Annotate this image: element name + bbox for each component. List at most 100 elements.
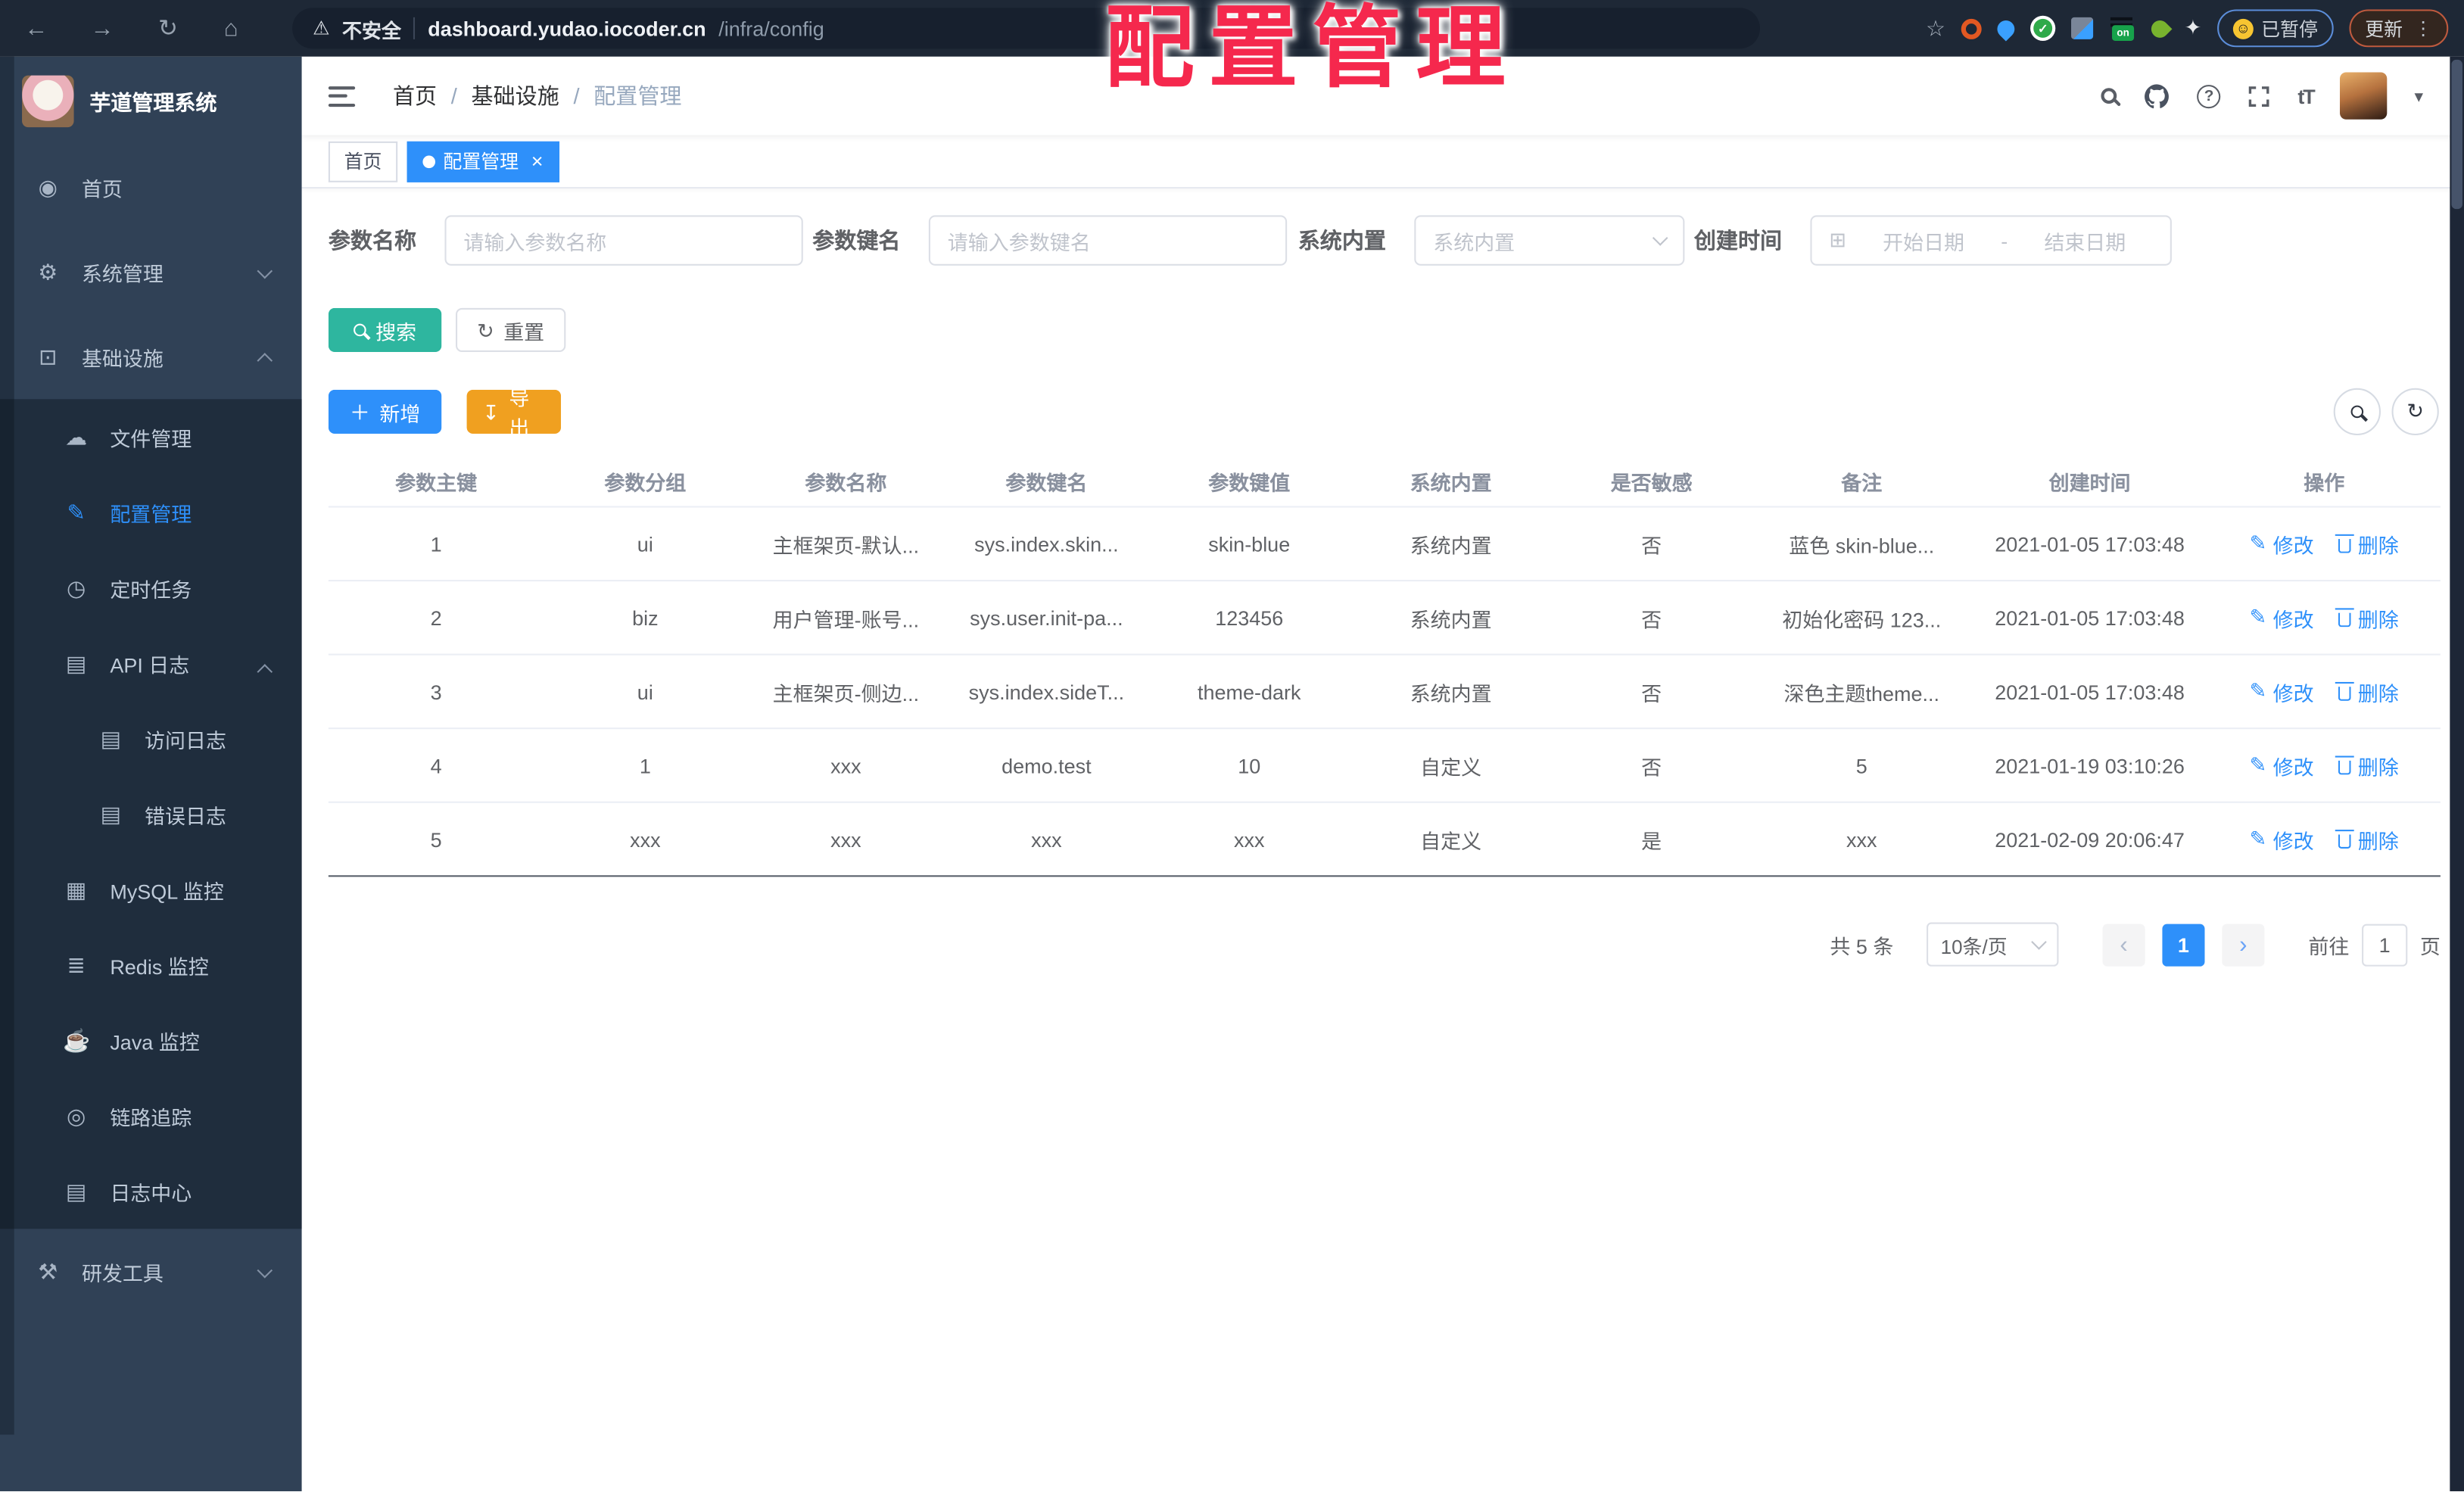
delete-link[interactable]: 删除 xyxy=(2335,677,2399,706)
delete-link[interactable]: 删除 xyxy=(2335,750,2399,780)
sidebar-item-api-log[interactable]: ▤ API 日志 xyxy=(0,625,302,701)
document-icon: ▤ xyxy=(100,800,122,826)
fullscreen-icon[interactable] xyxy=(2248,84,2271,107)
sidebar-item-scheduled-jobs[interactable]: ◷ 定时任务 xyxy=(0,550,302,626)
export-button[interactable]: ↧ 导出 xyxy=(466,387,562,440)
cell: 2021-01-05 17:03:48 xyxy=(1995,606,2185,630)
sidebar-item-mysql-monitor[interactable]: ▦ MySQL 监控 xyxy=(0,852,302,927)
caret-down-icon[interactable]: ▾ xyxy=(2415,86,2423,106)
refresh-table-button[interactable]: ↻ xyxy=(2391,388,2439,436)
sidebar-item-access-log[interactable]: ▤ 访问日志 xyxy=(0,701,302,777)
sidebar-item-infra[interactable]: ⊡ 基础设施 xyxy=(0,314,302,399)
extension-icon-puzzle[interactable]: ✦ xyxy=(2185,16,2202,41)
breadcrumb-infra[interactable]: 基础设施 xyxy=(472,80,559,112)
edit-link[interactable]: ✎ 修改 xyxy=(2250,603,2314,632)
paused-extension-badge[interactable]: ☺ 已暂停 xyxy=(2217,9,2334,48)
sidebar-item-error-log[interactable]: ▤ 错误日志 xyxy=(0,776,302,852)
cell: theme-dark xyxy=(1197,679,1301,703)
tab-home[interactable]: 首页 xyxy=(328,140,398,182)
extension-icon-ring[interactable] xyxy=(1961,17,1982,39)
delete-link[interactable]: 删除 xyxy=(2335,824,2399,854)
sidebar-submenu-infra: ☁ 文件管理 ✎ 配置管理 ◷ 定时任务 ▤ API 日志 ▤ 访问日志 ▤ 错… xyxy=(0,399,302,1229)
cell: 否 xyxy=(1641,681,1662,706)
edit-icon: ✎ xyxy=(67,499,86,525)
next-page-button[interactable]: › xyxy=(2222,923,2265,966)
system-builtin-select[interactable]: 系统内置 xyxy=(1414,215,1685,266)
extension-icon-pin[interactable] xyxy=(1993,16,2019,41)
overflow-menu-icon[interactable]: ⋮ xyxy=(2414,17,2433,39)
cell: 1 xyxy=(430,531,442,556)
param-name-label: 参数名称 xyxy=(328,228,417,254)
close-icon[interactable]: × xyxy=(531,149,544,173)
tab-config-manage[interactable]: 配置管理 × xyxy=(407,140,559,182)
sidebar-toggle-icon[interactable] xyxy=(328,86,356,107)
next-icon: › xyxy=(2239,930,2248,958)
sidebar-item-label: 日志中心 xyxy=(110,1181,192,1205)
browser-home-button[interactable]: ⌂ xyxy=(207,0,254,57)
main-content: 参数名称 请输入参数名称 参数键名 请输入参数键名 系统内置 系统内置 创建时间… xyxy=(301,188,2452,1492)
column-header: 参数键名 xyxy=(1005,470,1088,494)
prev-page-button[interactable]: ‹ xyxy=(2102,923,2145,966)
forward-icon: → xyxy=(90,14,114,42)
edit-link[interactable]: ✎ 修改 xyxy=(2250,529,2314,559)
cell: 2021-02-09 20:06:47 xyxy=(1995,827,2185,852)
sidebar-item-label: 配置管理 xyxy=(110,502,192,526)
extension-icon-split[interactable] xyxy=(2071,17,2094,39)
security-label[interactable]: 不安全 xyxy=(342,14,401,43)
sidebar-item-system[interactable]: ⚙ 系统管理 xyxy=(0,229,302,314)
cell-actions: ✎ 修改 删除 xyxy=(2208,677,2441,706)
avatar[interactable] xyxy=(2340,72,2388,120)
help-icon[interactable]: ? xyxy=(2197,84,2221,108)
date-range-picker[interactable]: ⊞ 开始日期 - 结束日期 xyxy=(1810,215,2172,266)
delete-link[interactable]: 删除 xyxy=(2335,603,2399,632)
page-size-select[interactable]: 10条/页 xyxy=(1926,922,2059,967)
font-size-icon[interactable]: tT xyxy=(2297,84,2315,107)
breadcrumb-home[interactable]: 首页 xyxy=(393,80,437,112)
column-header: 参数分组 xyxy=(604,470,687,494)
table-row: 3 ui 主框架页-侧边... sys.index.sideT... theme… xyxy=(328,656,2441,730)
current-page[interactable]: 1 xyxy=(2162,923,2205,966)
sidebar-item-label: 系统管理 xyxy=(81,261,164,285)
grid-icon: ▦ xyxy=(65,876,87,902)
chevron-up-icon xyxy=(257,353,273,369)
sidebar-item-dev-tools[interactable]: ⚒ 研发工具 xyxy=(0,1229,302,1313)
bookmark-star-icon[interactable]: ☆ xyxy=(1926,15,1945,42)
sidebar-item-java-monitor[interactable]: ☕ Java 监控 xyxy=(0,1002,302,1078)
param-name-input[interactable]: 请输入参数名称 xyxy=(444,215,803,266)
calendar-icon: ⊞ xyxy=(1829,228,1846,252)
browser-forward-button[interactable]: → xyxy=(79,0,126,57)
edit-link[interactable]: ✎ 修改 xyxy=(2250,677,2314,706)
address-bar[interactable]: ⚠ 不安全 dashboard.yudao.iocoder.cn/infra/c… xyxy=(292,8,1761,49)
search-button[interactable]: 搜索 xyxy=(328,307,442,353)
reset-button[interactable]: ↻ 重置 xyxy=(456,307,566,353)
sidebar-item-file-manage[interactable]: ☁ 文件管理 xyxy=(0,399,302,475)
param-key-input[interactable]: 请输入参数键名 xyxy=(928,215,1288,266)
browser-update-button[interactable]: 更新 ⋮ xyxy=(2349,9,2449,48)
search-icon[interactable] xyxy=(2101,88,2117,104)
extension-icon-on-badge[interactable]: on xyxy=(2109,16,2135,41)
chevron-down-icon xyxy=(257,1263,273,1279)
scrollbar-thumb[interactable] xyxy=(2451,59,2462,210)
browser-reload-button[interactable]: ↻ xyxy=(145,0,192,57)
cell: ui xyxy=(637,531,653,556)
scrollbar[interactable] xyxy=(2450,56,2464,1492)
sidebar-item-redis-monitor[interactable]: ≣ Redis 监控 xyxy=(0,927,302,1003)
edit-link[interactable]: ✎ 修改 xyxy=(2250,824,2314,854)
sidebar-item-tracing[interactable]: ◎ 链路追踪 xyxy=(0,1078,302,1154)
delete-link[interactable]: 删除 xyxy=(2335,529,2399,559)
sidebar-header: 芋道管理系统 xyxy=(0,57,302,145)
github-icon[interactable] xyxy=(2144,83,2170,109)
browser-back-button[interactable]: ← xyxy=(13,0,60,57)
extension-icon-leaf[interactable] xyxy=(2148,16,2173,41)
toggle-search-button[interactable] xyxy=(2333,388,2381,436)
extension-icon-green-check[interactable]: ✓ xyxy=(2030,15,2056,41)
edit-link[interactable]: ✎ 修改 xyxy=(2250,750,2314,780)
sidebar-item-config-manage[interactable]: ✎ 配置管理 xyxy=(0,475,302,550)
sidebar-item-home[interactable]: ◉ 首页 xyxy=(0,145,302,229)
goto-page-input[interactable]: 1 xyxy=(2362,923,2408,966)
cell: 否 xyxy=(1641,533,1662,557)
sidebar-item-log-center[interactable]: ▤ 日志中心 xyxy=(0,1154,302,1229)
range-separator: - xyxy=(2001,229,2008,253)
document-icon: ▤ xyxy=(100,725,122,751)
create-button[interactable]: ＋ 新增 xyxy=(328,389,442,434)
